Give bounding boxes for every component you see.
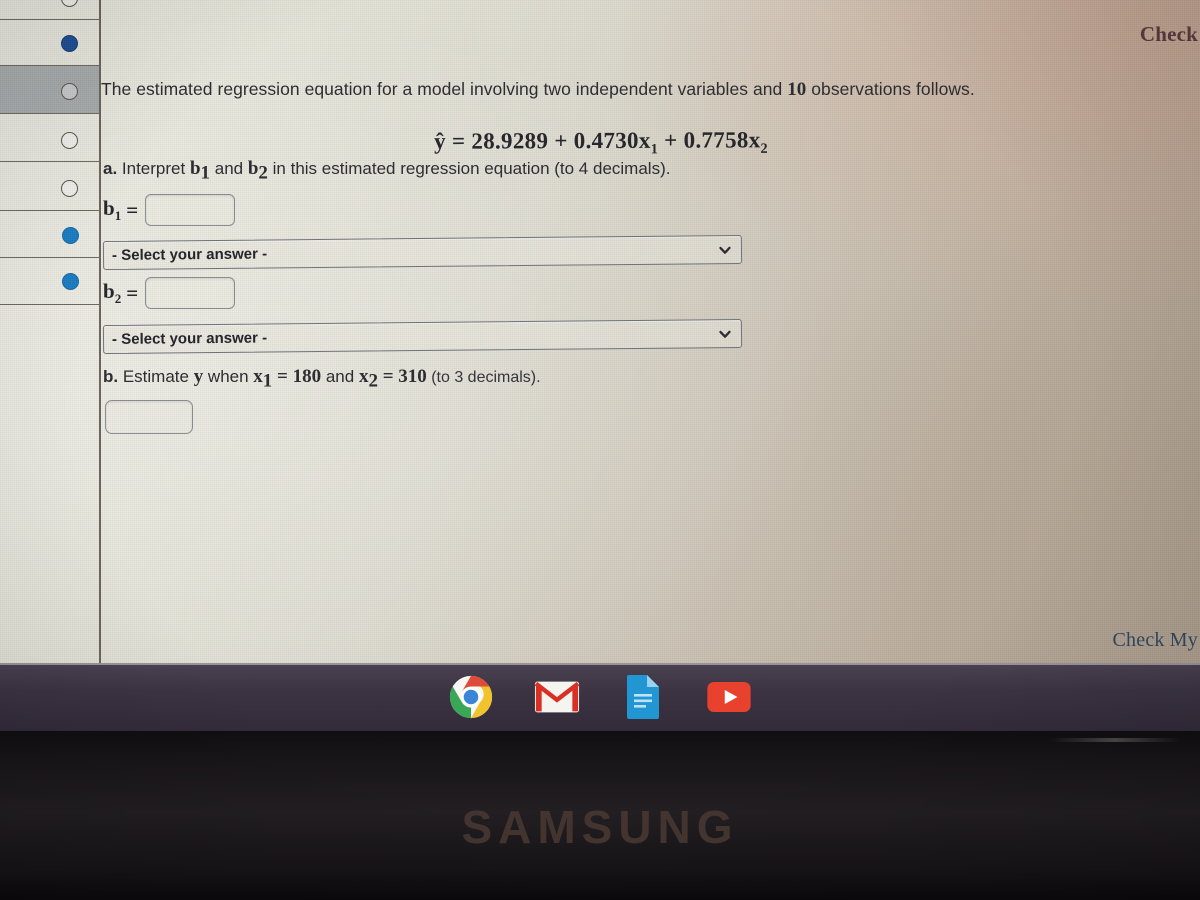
sidebar-item-5[interactable] [0, 162, 99, 211]
b2-field-row: b2 = [103, 277, 236, 309]
part-b-y: y [193, 366, 204, 387]
equation-intercept: 28.9289 [471, 128, 549, 154]
part-b-x2: x [358, 366, 369, 387]
b2-label: b2 [103, 279, 121, 307]
prompt-text-before: The estimated regression equation for a … [101, 79, 788, 99]
equation-lhs: ŷ [433, 128, 446, 154]
equation-var-1-sub: 1 [650, 141, 659, 158]
check-answer-link-top[interactable]: Check [1140, 22, 1198, 47]
regression-equation: ŷ = 28.9289 + 0.4730x1 + 0.7758x2 [101, 126, 1101, 161]
b1-field-row: b1 = [103, 194, 236, 226]
sidebar-item-2[interactable] [0, 20, 99, 66]
b2-select-value: - Select your answer - [111, 329, 268, 348]
part-b-answer-input[interactable] [105, 400, 193, 434]
b1-label-sub: 1 [114, 208, 122, 224]
b1-equals-sign: = [126, 197, 139, 222]
part-a-text-3: in this estimated regression equation (t… [267, 159, 671, 178]
equation-var-2: x [748, 127, 761, 153]
circle-empty-icon [61, 0, 78, 7]
chevron-down-icon [718, 327, 732, 341]
chromeos-shelf[interactable] [0, 663, 1200, 731]
circle-filled-icon [62, 227, 79, 244]
part-b-x1-sub: 1 [262, 370, 273, 392]
circle-empty-icon [61, 132, 78, 149]
check-my-work-link[interactable]: Check My [1113, 629, 1198, 652]
prompt-text-after: observations follows. [806, 79, 975, 99]
part-b-text-3: and [321, 367, 359, 386]
question-prompt: The estimated regression equation for a … [101, 79, 975, 101]
b2-interpretation-select[interactable]: - Select your answer - [102, 318, 743, 355]
part-b-text-2: when [203, 367, 254, 386]
part-b-text-4: (to 3 decimals). [426, 369, 541, 386]
equation-equals: = [451, 128, 466, 154]
bezel-light-reflection [1050, 738, 1180, 742]
equation-plus-1: + [554, 128, 568, 154]
b1-label-text: b [103, 195, 115, 220]
part-b-x1: x [253, 366, 263, 387]
sidebar-item-6[interactable] [0, 211, 99, 258]
part-a-marker: a. [103, 159, 118, 178]
google-docs-icon[interactable] [619, 673, 667, 721]
equation-var-2-sub: 2 [760, 140, 768, 157]
part-b-instruction: b. Estimate y when x1 = 180 and x2 = 310… [103, 366, 541, 392]
part-b-marker: b. [103, 367, 119, 386]
circle-filled-icon [62, 273, 79, 290]
part-a-text-1: Interpret [117, 159, 190, 178]
browser-screen: Check The estimated regression equation … [0, 0, 1200, 663]
circle-filled-icon [61, 35, 78, 52]
sidebar-item-4[interactable] [0, 114, 99, 162]
samsung-brand-logo: SAMSUNG [461, 801, 739, 853]
shelf-icon-group [0, 663, 1200, 731]
sidebar-item-1[interactable] [0, 0, 99, 20]
b1-interpretation-select[interactable]: - Select your answer - [102, 234, 743, 271]
chevron-down-icon [718, 243, 732, 257]
equation-plus-2: + [664, 127, 678, 153]
b1-label: b1 [103, 196, 121, 224]
b1-select-value: - Select your answer - [111, 245, 268, 264]
equation-var-1: x [638, 127, 651, 153]
equation-coef-1: 0.4730 [573, 127, 639, 154]
part-b-eq-2: = [377, 366, 399, 387]
sidebar-item-7[interactable] [0, 258, 99, 305]
b2-equals-sign: = [126, 280, 139, 305]
b2-answer-input[interactable] [145, 277, 236, 309]
b2-label-sub: 2 [114, 291, 122, 307]
photograph-of-monitor: Check The estimated regression equation … [0, 0, 1200, 900]
part-a-text-2: and [210, 159, 248, 178]
part-b-x2-value: 310 [398, 366, 427, 387]
part-a-b1-sub: 1 [200, 162, 211, 184]
part-a-b2: b [247, 158, 259, 179]
part-a-instruction: a. Interpret b1 and b2 in this estimated… [103, 158, 670, 184]
part-a-b2-sub: 2 [258, 162, 268, 184]
part-b-x1-value: 180 [292, 366, 322, 387]
question-content-pane: Check The estimated regression equation … [101, 0, 1200, 663]
b2-label-text: b [103, 278, 115, 303]
part-a-b1: b [189, 158, 201, 179]
youtube-icon[interactable] [705, 673, 753, 721]
question-navigator-sidebar[interactable] [0, 0, 99, 663]
circle-empty-icon [61, 83, 78, 100]
observation-count: 10 [787, 79, 807, 100]
circle-empty-icon [61, 180, 78, 197]
b1-answer-input[interactable] [145, 194, 236, 226]
gmail-icon[interactable] [533, 673, 581, 721]
part-b-text-1: Estimate [118, 367, 194, 386]
chrome-icon[interactable] [447, 673, 495, 721]
equation-coef-2: 0.7758 [683, 127, 749, 153]
part-b-x2-sub: 2 [368, 370, 378, 392]
part-b-eq-1: = [272, 366, 293, 387]
sidebar-item-3-selected[interactable] [0, 66, 99, 114]
